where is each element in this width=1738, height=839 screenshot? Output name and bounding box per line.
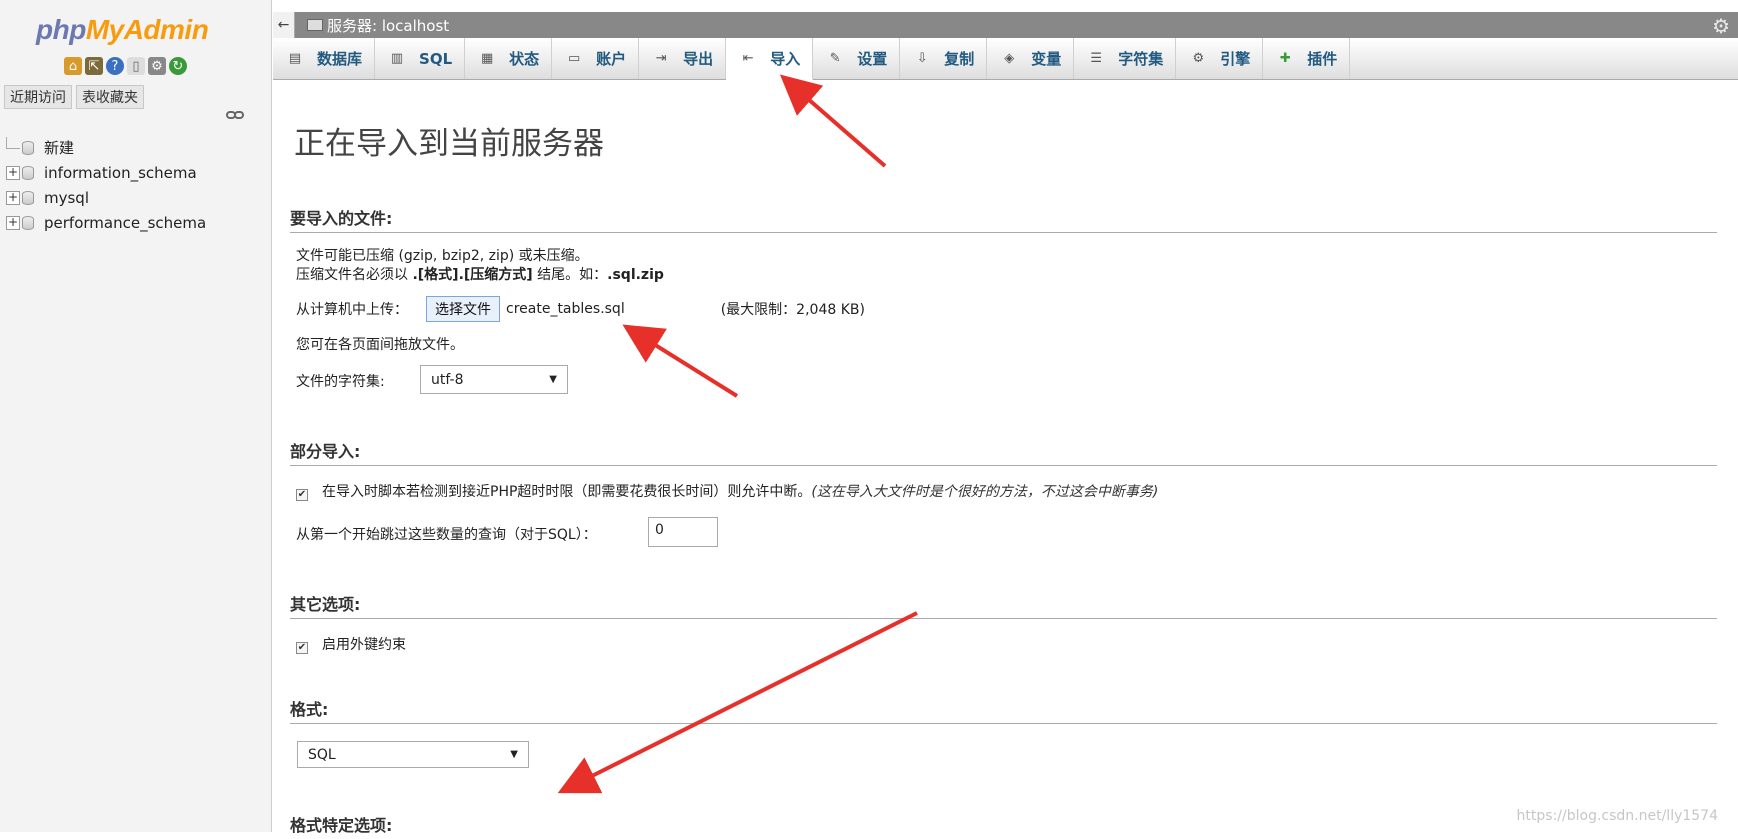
format-select[interactable]: SQL▼ [297, 741, 529, 768]
home-icon[interactable]: ⌂ [64, 57, 82, 75]
format-specific-heading: 格式特定选项: [290, 812, 1717, 839]
tab-replication[interactable]: ⇩复制 [900, 38, 987, 79]
engine-icon: ⚙ [1190, 51, 1206, 67]
main-panel: ← 服务器: localhost ⚙ ▤数据库 ▥SQL ▦状态 ▭账户 ⇥导出… [273, 0, 1738, 832]
tree-item-label: 新建 [44, 137, 74, 158]
charset-label: 文件的字符集: [296, 371, 385, 391]
phpmyadmin-logo[interactable]: phpMyAdmin [36, 14, 208, 46]
tab-charsets[interactable]: ☰字符集 [1074, 38, 1176, 79]
partial-section-heading: 部分导入: [290, 438, 1717, 466]
tab-engines[interactable]: ⚙引擎 [1176, 38, 1263, 79]
tree-item-label: information_schema [44, 164, 197, 182]
tab-accounts[interactable]: ▭账户 [552, 38, 639, 79]
tab-status[interactable]: ▦状态 [465, 38, 552, 79]
users-icon: ▭ [566, 51, 582, 67]
tab-import[interactable]: ⇤导入 [726, 38, 813, 80]
fk-checks-checkbox[interactable]: ✔ [296, 642, 308, 654]
sidebar-tabs: 近期访问 表收藏夹 [4, 85, 144, 109]
reload-icon[interactable]: ↻ [169, 57, 187, 75]
format-section-heading: 格式: [290, 696, 1717, 724]
tree-item-mysql[interactable]: + mysql [6, 185, 206, 210]
other-section-heading: 其它选项: [290, 591, 1717, 619]
plugin-icon: ✚ [1277, 51, 1293, 67]
database-icon [22, 191, 34, 205]
gear-icon[interactable]: ⚙ [1712, 14, 1730, 38]
tab-databases[interactable]: ▤数据库 [273, 38, 375, 79]
charset-select[interactable]: utf-8▼ [420, 365, 568, 394]
dropdown-arrow-icon: ▼ [510, 749, 518, 760]
tree-item-performance-schema[interactable]: + performance_schema [6, 210, 206, 235]
selected-file-name: create_tables.sql [506, 301, 625, 317]
import-icon: ⇤ [740, 51, 756, 67]
tab-plugins[interactable]: ✚插件 [1263, 38, 1350, 79]
tab-sql[interactable]: ▥SQL [375, 38, 465, 79]
variables-icon: ◈ [1001, 51, 1017, 67]
tab-export[interactable]: ⇥导出 [639, 38, 726, 79]
compression-note: 文件可能已压缩 (gzip, bzip2, zip) 或未压缩。 [296, 245, 589, 265]
expand-icon[interactable]: + [6, 216, 20, 230]
collapse-nav-button[interactable]: ← [273, 12, 295, 38]
database-tree: 新建 + information_schema + mysql + perfor… [6, 135, 206, 235]
skip-queries-label: 从第一个开始跳过这些数量的查询（对于SQL）： [296, 524, 597, 544]
skip-queries-input[interactable]: 0 [648, 517, 718, 547]
server-icon [307, 19, 323, 31]
link-icon[interactable] [226, 110, 244, 120]
settings-icon[interactable]: ⚙ [148, 57, 166, 75]
replication-icon: ⇩ [914, 51, 930, 67]
docs-icon[interactable]: ▯ [127, 57, 145, 75]
tab-variables[interactable]: ◈变量 [987, 38, 1074, 79]
new-database-icon [22, 141, 34, 155]
tree-item-new[interactable]: 新建 [6, 135, 206, 160]
drag-drop-hint: 您可在各页面间拖放文件。 [296, 334, 464, 354]
database-icon [22, 216, 34, 230]
breadcrumb-server[interactable]: 服务器: localhost [307, 15, 449, 36]
export-icon: ⇥ [653, 51, 669, 67]
status-icon: ▦ [479, 51, 495, 67]
favorites-tab[interactable]: 表收藏夹 [76, 85, 144, 109]
help-icon[interactable]: ? [106, 57, 124, 75]
choose-file-button[interactable]: 选择文件 [426, 296, 500, 322]
tree-connector [6, 137, 20, 149]
upload-label: 从计算机中上传： [296, 299, 408, 319]
upload-row: 从计算机中上传： 选择文件 create_tables.sql (最大限制：2,… [296, 296, 996, 322]
allow-interrupt-row: ✔在导入时脚本若检测到接近PHP超时时限（即需要花费很长时间）则允许中断。(这在… [296, 481, 1158, 501]
charset-icon: ☰ [1088, 51, 1104, 67]
sql-icon: ▥ [389, 51, 405, 67]
breadcrumb-bar: ← 服务器: localhost ⚙ [273, 12, 1738, 38]
logout-icon[interactable]: ⇱ [85, 57, 103, 75]
tree-item-label: mysql [44, 189, 89, 207]
database-icon: ▤ [287, 51, 303, 67]
expand-icon[interactable]: + [6, 166, 20, 180]
tree-item-label: performance_schema [44, 214, 206, 232]
navigation-panel: phpMyAdmin ⌂ ⇱ ? ▯ ⚙ ↻ 近期访问 表收藏夹 新建 + in… [0, 0, 272, 832]
page-title: 正在导入到当前服务器 [294, 118, 604, 163]
nav-toolbar: ⌂ ⇱ ? ▯ ⚙ ↻ [64, 57, 187, 75]
recent-tab[interactable]: 近期访问 [4, 85, 72, 109]
dropdown-arrow-icon: ▼ [549, 374, 557, 385]
max-size-label: (最大限制：2,048 KB) [721, 299, 865, 319]
tab-settings[interactable]: ✎设置 [813, 38, 900, 79]
fk-checks-row: ✔启用外键约束 [296, 634, 406, 654]
expand-icon[interactable]: + [6, 191, 20, 205]
filename-note: 压缩文件名必须以 .[格式].[压缩方式] 结尾。如：.sql.zip [296, 264, 664, 284]
main-tabs: ▤数据库 ▥SQL ▦状态 ▭账户 ⇥导出 ⇤导入 ✎设置 ⇩复制 ◈变量 ☰字… [273, 38, 1738, 80]
watermark: https://blog.csdn.net/lly1574 [1517, 808, 1718, 824]
file-section-heading: 要导入的文件: [290, 205, 1717, 233]
tree-item-information-schema[interactable]: + information_schema [6, 160, 206, 185]
allow-interrupt-checkbox[interactable]: ✔ [296, 489, 308, 501]
wrench-icon: ✎ [827, 51, 843, 67]
database-icon [22, 166, 34, 180]
